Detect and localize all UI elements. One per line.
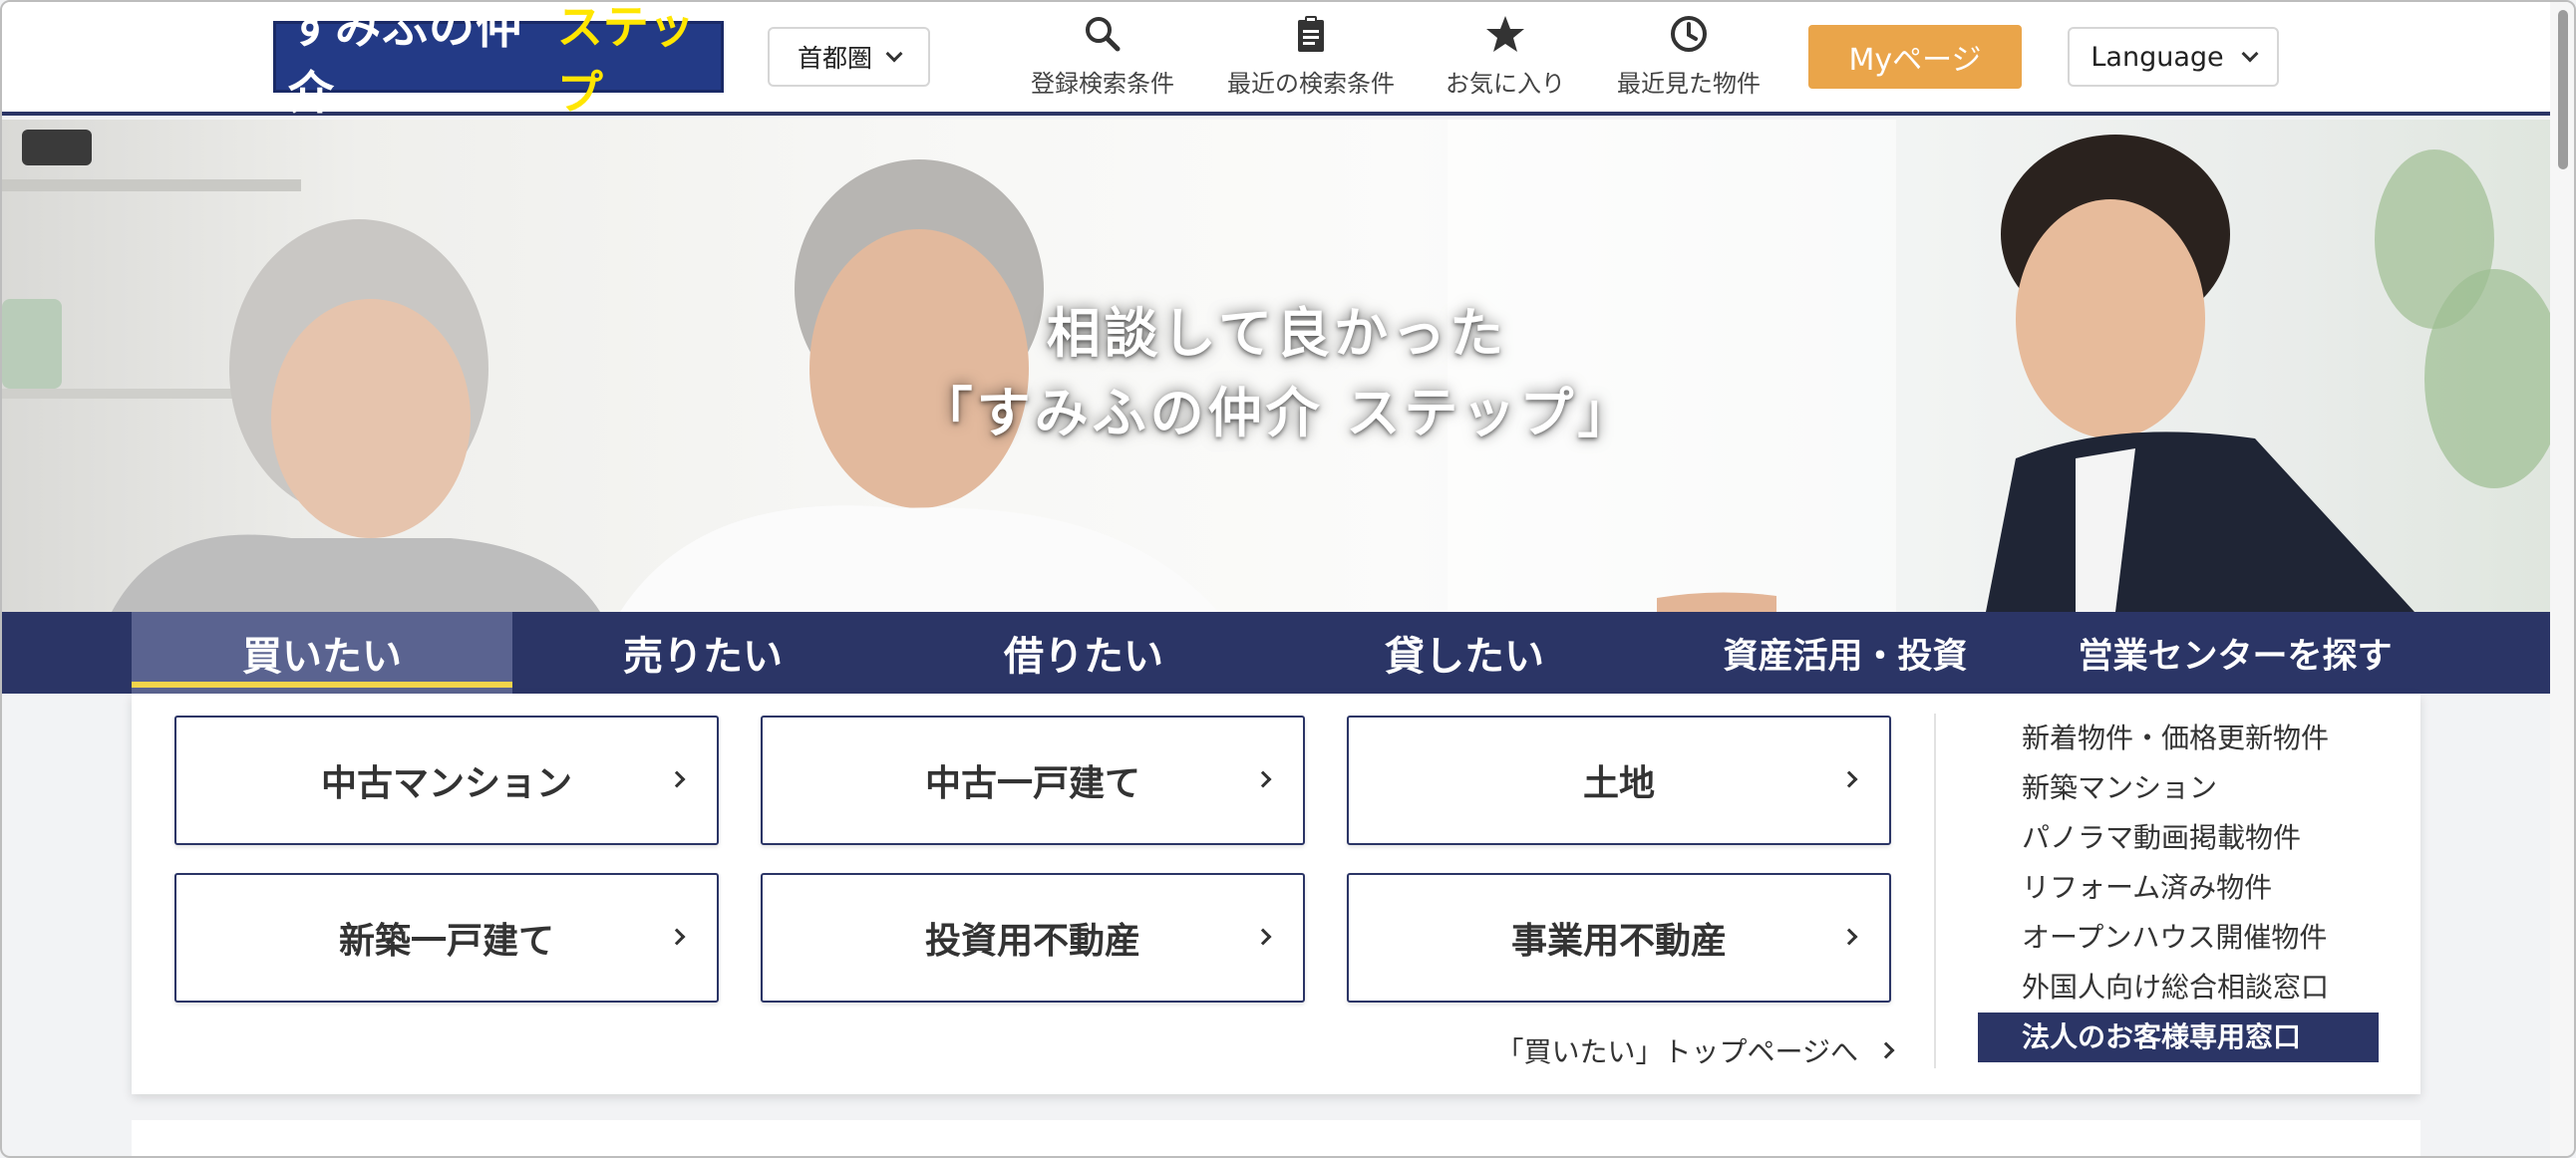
chevron-right-icon	[1840, 928, 1858, 946]
nav-label: 登録検索条件	[1031, 70, 1174, 98]
category-label: 事業用不動産	[1510, 921, 1727, 962]
site-header: すみふの仲介 ステップ 首都圏 登録検索条件 最近の検索条件 お気に入り 最近見…	[2, 2, 2552, 120]
top-link-label: 「買いたい」トップページへ	[1495, 1035, 1858, 1068]
side-link-new-mansion[interactable]: 新築マンション	[1978, 763, 2397, 813]
category-used-mansion[interactable]: 中古マンション	[174, 716, 719, 845]
logo-text-step: ステップ	[556, 0, 695, 120]
nav-label: 最近見た物件	[1617, 70, 1761, 98]
tab-lease[interactable]: 貸したい	[1274, 612, 1655, 694]
tab-asset-investment[interactable]: 資産活用・投資	[1655, 612, 2036, 694]
category-business-property[interactable]: 事業用不動産	[1347, 873, 1891, 1003]
nav-saved-searches[interactable]: 登録検索条件	[1025, 14, 1180, 104]
category-label: 中古一戸建て	[924, 763, 1140, 804]
buy-top-page-link[interactable]: 「買いたい」トップページへ	[1495, 1030, 1895, 1070]
side-link-new-listings[interactable]: 新着物件・価格更新物件	[1978, 714, 2397, 763]
next-content-card	[132, 1120, 2420, 1156]
chevron-right-icon	[668, 928, 686, 946]
category-label: 新築一戸建て	[338, 921, 554, 962]
category-land[interactable]: 土地	[1347, 716, 1891, 845]
panel-divider	[1934, 714, 1936, 1068]
side-link-foreigner-consultation[interactable]: 外国人向け総合相談窓口	[1978, 963, 2397, 1013]
hero-title-line2: 「すみふの仲介 ステップ」	[918, 382, 1636, 444]
hero-banner: 相談して良かった 「すみふの仲介 ステップ」	[2, 120, 2552, 612]
chevron-down-icon	[885, 45, 903, 63]
side-link-open-house[interactable]: オープンハウス開催物件	[1978, 913, 2397, 963]
category-new-house[interactable]: 新築一戸建て	[174, 873, 719, 1003]
logo-text-main: すみふの仲介	[288, 0, 522, 120]
scrollbar-thumb[interactable]	[2558, 10, 2568, 169]
language-label: Language	[2091, 41, 2224, 73]
chevron-down-icon	[2241, 45, 2259, 63]
side-links: 新着物件・価格更新物件 新築マンション パノラマ動画掲載物件 リフォーム済み物件…	[1978, 714, 2397, 1062]
hero-title-line1: 相談して良かった	[1046, 302, 1508, 365]
buy-menu-panel: 中古マンション 中古一戸建て 土地 新築一戸建て 投資用不動産 事業用不動産 「…	[132, 694, 2420, 1094]
tab-rent[interactable]: 借りたい	[893, 612, 1274, 694]
category-investment-property[interactable]: 投資用不動産	[761, 873, 1305, 1003]
tab-find-sales-center[interactable]: 営業センターを探す	[2036, 612, 2434, 694]
category-used-house[interactable]: 中古一戸建て	[761, 716, 1305, 845]
category-label: 中古マンション	[320, 763, 572, 804]
category-label: 土地	[1582, 763, 1655, 804]
region-select[interactable]: 首都圏	[768, 27, 930, 87]
side-link-corporate-window[interactable]: 法人のお客様専用窓口	[1978, 1013, 2379, 1062]
nav-recent-searches[interactable]: 最近の検索条件	[1220, 14, 1402, 104]
search-icon	[1086, 17, 1121, 52]
side-link-renovated[interactable]: リフォーム済み物件	[1978, 863, 2397, 913]
star-icon	[1486, 16, 1524, 52]
language-select[interactable]: Language	[2068, 27, 2279, 87]
tab-sell[interactable]: 売りたい	[512, 612, 893, 694]
nav-recently-viewed[interactable]: 最近見た物件	[1611, 14, 1767, 104]
tab-buy[interactable]: 買いたい	[132, 612, 512, 694]
main-tabs: 買いたい 売りたい 借りたい 貸したい 資産活用・投資 営業センターを探す	[2, 612, 2552, 694]
side-link-panorama-video[interactable]: パノラマ動画掲載物件	[1978, 813, 2397, 863]
clipboard-icon	[1298, 16, 1324, 52]
chevron-right-icon	[1877, 1041, 1895, 1059]
nav-label: 最近の検索条件	[1227, 70, 1395, 98]
category-label: 投資用不動産	[924, 921, 1140, 962]
chevron-right-icon	[1254, 770, 1272, 788]
region-label: 首都圏	[797, 44, 872, 73]
chevron-right-icon	[1254, 928, 1272, 946]
chevron-right-icon	[1840, 770, 1858, 788]
clock-icon	[1671, 16, 1707, 52]
chevron-right-icon	[668, 770, 686, 788]
nav-favorites[interactable]: お気に入り	[1442, 14, 1569, 104]
site-logo[interactable]: すみふの仲介 ステップ	[273, 2, 724, 120]
nav-label: お気に入り	[1446, 70, 1565, 98]
scrollbar[interactable]	[2550, 2, 2574, 1156]
mypage-button[interactable]: Myページ	[1808, 25, 2022, 89]
browser-window: すみふの仲介 ステップ 首都圏 登録検索条件 最近の検索条件 お気に入り 最近見…	[0, 0, 2576, 1158]
